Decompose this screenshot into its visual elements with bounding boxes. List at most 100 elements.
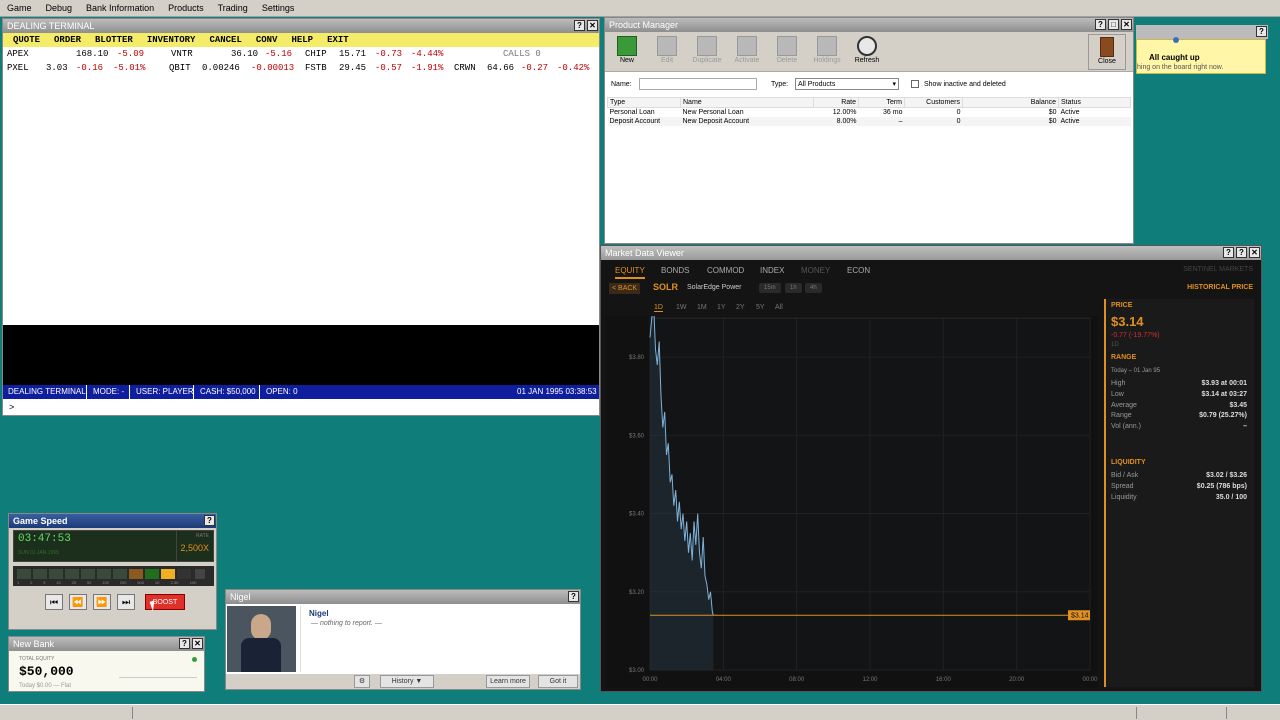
duplicate-button[interactable]: Duplicate (688, 34, 726, 70)
fast-forward-button[interactable]: ⏩ (93, 594, 111, 610)
tab-index[interactable]: INDEX (760, 266, 784, 275)
help-icon[interactable]: ? (1256, 26, 1267, 37)
advisor-titlebar[interactable]: Nigel ? (226, 590, 580, 604)
col-status[interactable]: Status (1058, 97, 1131, 108)
got-it-button[interactable]: Got it (538, 675, 578, 688)
type-select[interactable]: All Products ▾ (795, 78, 899, 90)
tab-econ[interactable]: ECON (847, 266, 870, 275)
col-name[interactable]: Name (680, 97, 814, 108)
close-button[interactable]: Close (1088, 34, 1126, 70)
interval-15m[interactable]: 15m (759, 283, 781, 293)
help-icon[interactable]: ? (1095, 19, 1106, 30)
terminal-menu-cancel[interactable]: CANCEL (209, 35, 241, 45)
help-icon[interactable]: ? (1223, 247, 1234, 258)
help-icon[interactable]: ? (568, 591, 579, 602)
menu-products[interactable]: Products (161, 0, 211, 17)
range-2y[interactable]: 2Y (736, 304, 745, 311)
close-icon[interactable]: ✕ (587, 20, 598, 31)
quote-symbol[interactable]: QBIT (169, 63, 191, 73)
menu-settings[interactable]: Settings (255, 0, 302, 17)
cell-type: Personal Loan (609, 108, 655, 116)
terminal-menu-inventory[interactable]: INVENTORY (147, 35, 196, 45)
range-5y[interactable]: 5Y (756, 304, 765, 311)
quote-symbol[interactable]: VNTR (171, 49, 193, 59)
close-icon[interactable]: ✕ (1249, 247, 1260, 258)
speed-meter[interactable]: 1 2 5 10 25 50 100 250 500 1K 2.5K 10K (13, 566, 214, 586)
range-1y[interactable]: 1Y (717, 304, 726, 311)
range-1d[interactable]: 1D (654, 304, 663, 312)
interval-1h[interactable]: 1h (785, 283, 802, 293)
refresh-button[interactable]: Refresh (848, 34, 886, 70)
menu-debug[interactable]: Debug (39, 0, 80, 17)
skip-back-button[interactable]: ⏮ (45, 594, 63, 610)
activate-button[interactable]: Activate (728, 34, 766, 70)
x-tick-label: 20:00 (1009, 677, 1025, 683)
quote-price: 36.10 (231, 49, 259, 59)
menu-game[interactable]: Game (0, 0, 39, 17)
close-icon[interactable]: ✕ (1121, 19, 1132, 30)
rewind-button[interactable]: ⏪ (69, 594, 87, 610)
quote-symbol[interactable]: APEX (7, 49, 29, 59)
table-row[interactable]: Deposit Account New Deposit Account 8.00… (607, 116, 1131, 126)
holdings-button[interactable]: Holdings (808, 34, 846, 70)
terminal-menu-order[interactable]: ORDER (54, 35, 81, 45)
help-icon[interactable]: ? (574, 20, 585, 31)
skip-forward-button[interactable]: ⏭ (117, 594, 135, 610)
terminal-menu-help[interactable]: HELP (291, 35, 313, 45)
terminal-menu-quote[interactable]: QUOTE (13, 35, 40, 45)
range-1m[interactable]: 1M (697, 304, 707, 311)
col-rate[interactable]: Rate (813, 97, 859, 108)
settings-button[interactable]: ⚙ (354, 675, 370, 688)
history-dropdown[interactable]: History ▼ (380, 675, 434, 688)
show-inactive-checkbox[interactable] (911, 80, 919, 88)
quote-symbol[interactable]: FSTB (305, 63, 327, 73)
quote-symbol[interactable]: PXEL (7, 63, 29, 73)
game-speed-titlebar[interactable]: Game Speed ? (9, 514, 216, 528)
tab-commod[interactable]: COMMOD (707, 266, 744, 275)
help-icon[interactable]: ? (204, 515, 215, 526)
new-bank-titlebar[interactable]: New Bank ? ✕ (9, 637, 204, 651)
tab-bonds[interactable]: BONDS (661, 266, 689, 275)
range-all[interactable]: All (775, 304, 783, 311)
table-row[interactable]: Personal Loan New Personal Loan 12.00% 3… (608, 108, 1131, 117)
name-filter-input[interactable] (639, 78, 757, 90)
price-chart[interactable]: $3.80 $3.60 $3.40 $3.20 $3.00 00:00 04:00 08:0… (606, 316, 1098, 688)
cell-customers: 0 (956, 117, 961, 125)
delete-button[interactable]: Delete (768, 34, 806, 70)
terminal-menu-blotter[interactable]: BLOTTER (95, 35, 133, 45)
range-1w[interactable]: 1W (676, 304, 687, 311)
terminal-menu-conv[interactable]: CONV (256, 35, 278, 45)
window-title: New Bank (13, 639, 55, 649)
quote-symbol[interactable]: CHIP (305, 49, 327, 59)
menu-bank-information[interactable]: Bank Information (79, 0, 161, 17)
quote-price: 168.10 (76, 49, 109, 59)
dealing-terminal-titlebar[interactable]: DEALING TERMINAL ? ✕ (3, 19, 599, 33)
delete-icon (777, 36, 797, 56)
stat-liquidity: Liquidity 35.0 / 100 (1111, 494, 1247, 501)
tab-money[interactable]: MONEY (801, 266, 830, 275)
menu-trading[interactable]: Trading (211, 0, 255, 17)
new-product-button[interactable]: New (608, 34, 646, 70)
market-data-titlebar[interactable]: Market Data Viewer ? ? ✕ (601, 246, 1261, 260)
terminal-menu-exit[interactable]: EXIT (327, 35, 349, 45)
learn-more-button[interactable]: Learn more (486, 675, 530, 688)
new-icon (617, 36, 637, 56)
col-term[interactable]: Term (858, 97, 905, 108)
interval-4h[interactable]: 4h (805, 283, 822, 293)
col-balance[interactable]: Balance (962, 97, 1059, 108)
quote-price: 0.00246 (202, 63, 240, 73)
col-type[interactable]: Type (607, 97, 681, 108)
help-icon[interactable]: ? (1236, 247, 1247, 258)
edit-button[interactable]: Edit (648, 34, 686, 70)
col-customers[interactable]: Customers (904, 97, 963, 108)
skip-forward-icon: ⏭ (121, 597, 131, 607)
quote-symbol[interactable]: CRWN (454, 63, 476, 73)
tab-equity[interactable]: EQUITY (615, 266, 645, 279)
product-manager-titlebar[interactable]: Product Manager ? □ ✕ (605, 18, 1133, 32)
close-icon[interactable]: ✕ (192, 638, 203, 649)
command-prompt[interactable]: > (9, 403, 14, 413)
back-button[interactable]: < BACK (609, 283, 641, 294)
help-icon[interactable]: ? (179, 638, 190, 649)
name-label: Name: (611, 81, 632, 88)
maximize-icon[interactable]: □ (1108, 19, 1119, 30)
